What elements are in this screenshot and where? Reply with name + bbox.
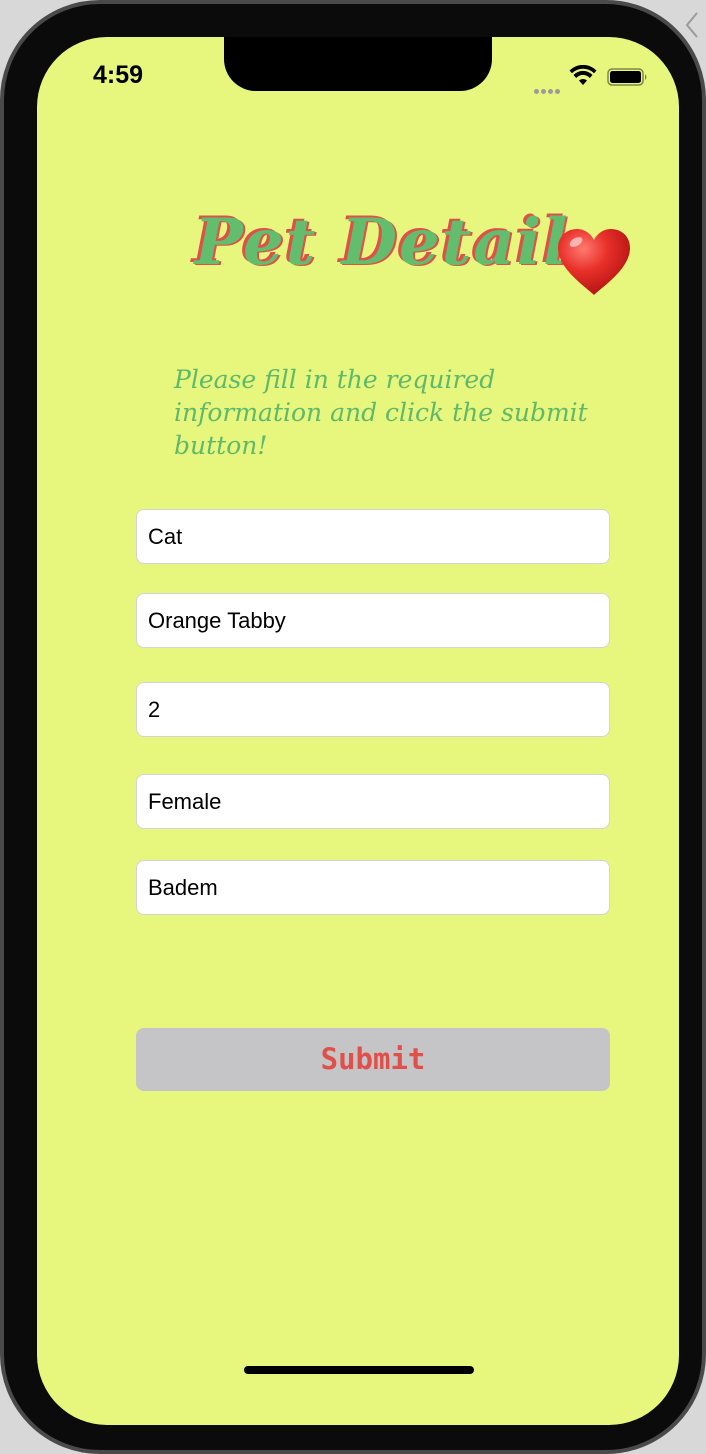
pet-type-field[interactable] <box>136 509 610 564</box>
instructions-text: Please fill in the required information … <box>174 365 588 460</box>
status-time: 4:59 <box>93 61 144 89</box>
submit-button[interactable]: Submit <box>136 1028 610 1091</box>
app-screen: 4:59 Pet Detail Please fill in the requi… <box>37 37 679 1425</box>
home-indicator[interactable] <box>244 1366 474 1374</box>
pet-breed-field[interactable] <box>136 593 610 648</box>
chevron-left-icon <box>685 12 698 38</box>
device-notch <box>224 37 492 91</box>
pet-name-field[interactable] <box>136 860 610 915</box>
pet-age-field[interactable] <box>136 682 610 737</box>
heart-icon <box>558 229 630 295</box>
wifi-icon <box>569 65 597 85</box>
battery-icon <box>607 68 647 86</box>
cellular-signal-icon <box>534 81 564 94</box>
device-frame: 4:59 Pet Detail Please fill in the requi… <box>0 0 706 1454</box>
pet-gender-field[interactable] <box>136 774 610 829</box>
